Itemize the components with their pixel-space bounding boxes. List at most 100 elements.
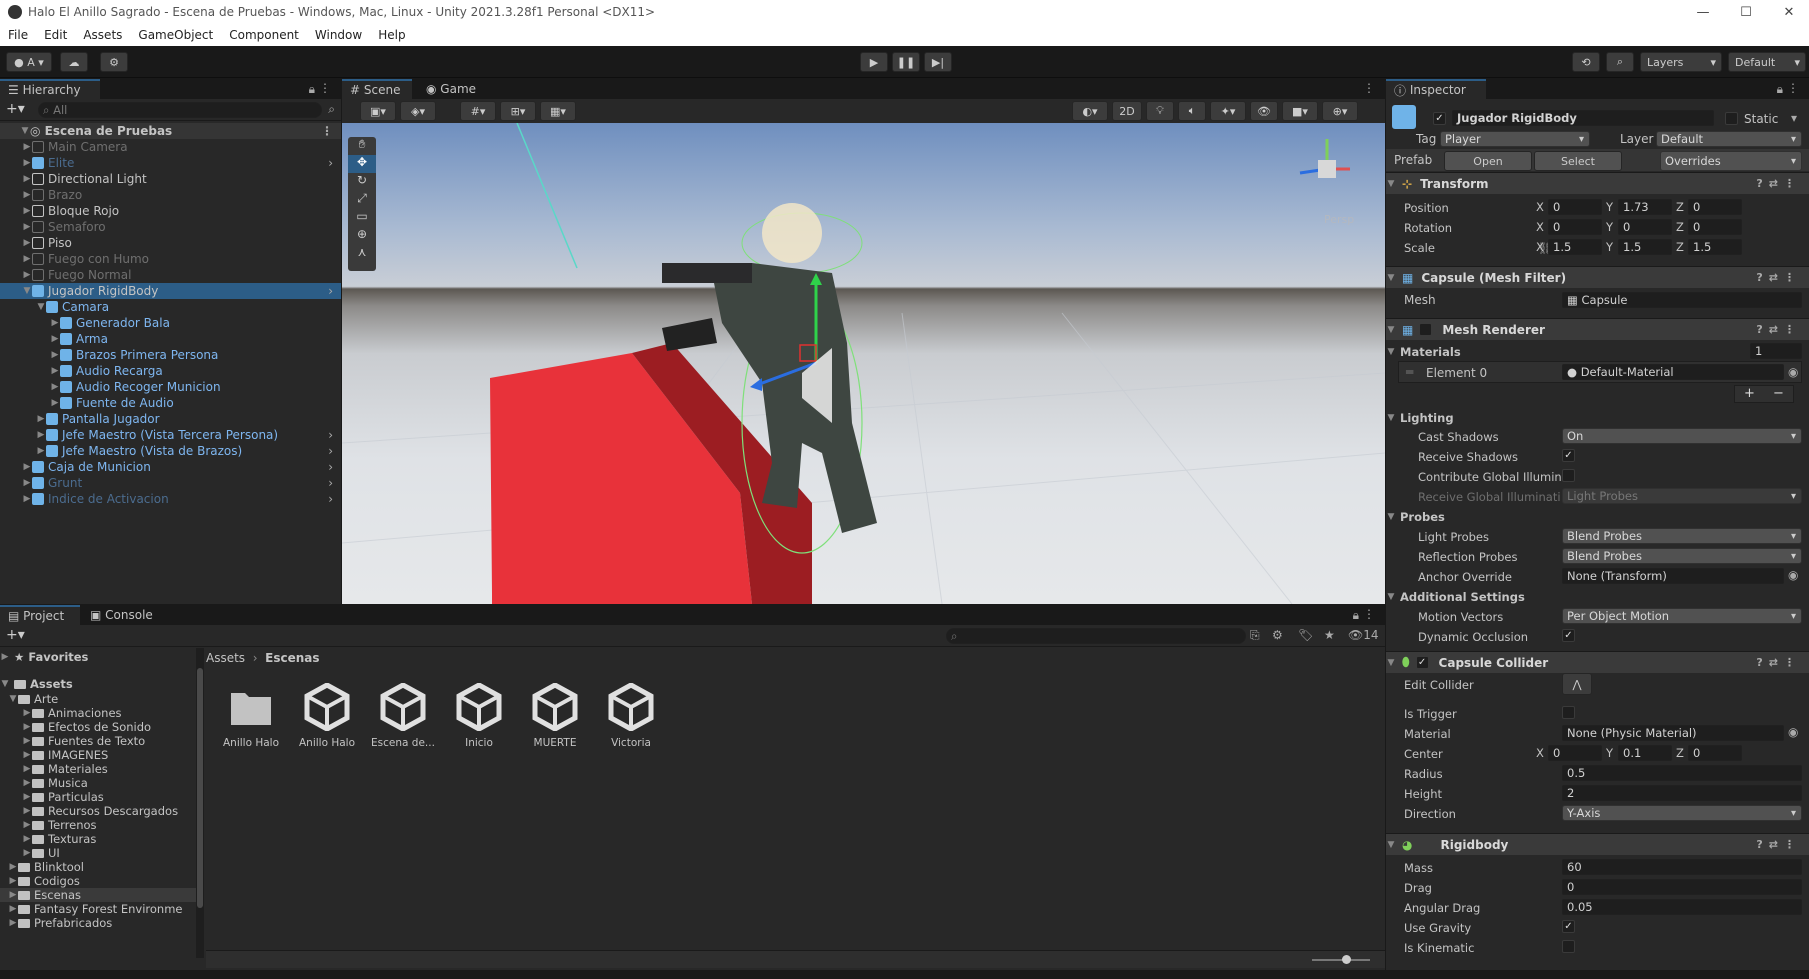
radius-field[interactable]: 0.5 xyxy=(1562,765,1802,781)
rect-tool-icon[interactable]: ▭ xyxy=(348,209,376,227)
hierarchy-item[interactable]: ▶ Grunt › xyxy=(0,475,341,491)
select-prefab-button[interactable]: Select xyxy=(1534,151,1622,171)
orientation-gizmo[interactable]: Persp xyxy=(1282,129,1372,229)
mesh-filter-header[interactable]: ▼ ▦ Capsule (Mesh Filter) ?⇄⋮ xyxy=(1386,266,1809,288)
layers-dropdown[interactable]: Layers ▾ xyxy=(1640,52,1722,72)
folder-item[interactable]: ▶ Codigos xyxy=(0,874,196,888)
filter-type-icon[interactable]: ⚙ xyxy=(1272,628,1283,642)
dynamic-occlusion-checkbox[interactable]: ✓ xyxy=(1562,629,1575,642)
contribute-gi-checkbox[interactable] xyxy=(1562,469,1575,482)
materials-size-field[interactable]: 1 xyxy=(1750,343,1802,359)
chevron-icon[interactable]: ▶ xyxy=(50,398,60,408)
angular-drag-field[interactable]: 0.05 xyxy=(1562,899,1802,915)
hierarchy-item[interactable]: ▶ Directional Light xyxy=(0,171,341,187)
folder-item[interactable]: ▶ Fantasy Forest Environme xyxy=(0,902,196,916)
x-value-field[interactable]: 1.5 xyxy=(1548,239,1602,255)
light-probes-dropdown[interactable]: Blend Probes xyxy=(1562,528,1802,544)
y-value-field[interactable]: 0 xyxy=(1618,219,1672,235)
asset-item[interactable]: Anillo Halo xyxy=(218,683,284,749)
hierarchy-item[interactable]: ▶ Fuente de Audio xyxy=(0,395,341,411)
create-icon[interactable]: +▾ xyxy=(6,627,25,643)
chevron-icon[interactable]: ▶ xyxy=(22,222,32,232)
menu-edit[interactable]: Edit xyxy=(36,28,75,42)
favorite-star-icon[interactable]: ★ xyxy=(1324,628,1335,642)
chevron-icon[interactable]: ▶ xyxy=(22,764,32,774)
prefab-open-icon[interactable]: › xyxy=(328,476,333,490)
chevron-icon[interactable]: ▶ xyxy=(22,806,32,816)
is-trigger-checkbox[interactable] xyxy=(1562,706,1575,719)
hierarchy-item[interactable]: ▶ Generador Bala xyxy=(0,315,341,331)
folder-item[interactable]: ▶ Texturas xyxy=(0,832,196,846)
add-icon[interactable]: +▾ xyxy=(6,101,25,117)
project-lock-icon[interactable]: 🔒︎ xyxy=(1353,608,1359,623)
slider-thumb[interactable] xyxy=(1342,955,1351,964)
folder-item[interactable]: ▶ UI xyxy=(0,846,196,860)
chevron-icon[interactable]: ▶ xyxy=(22,834,32,844)
play-button[interactable]: ▶ xyxy=(860,52,888,72)
scene-root[interactable]: ▼ ◎ Escena de Pruebas ⋮ xyxy=(0,123,341,139)
tab-inspector[interactable]: ⓘ Inspector xyxy=(1386,79,1486,99)
custom-tool-icon[interactable]: ⋏ xyxy=(348,245,376,263)
close-icon[interactable]: ✕ xyxy=(1766,0,1809,24)
asset-item[interactable]: Victoria xyxy=(598,682,664,749)
asset-item[interactable]: Escena de... xyxy=(370,682,436,749)
asset-item[interactable]: Inicio xyxy=(446,682,512,749)
chevron-icon[interactable]: ▶ xyxy=(50,366,60,376)
chevron-icon[interactable]: ▼ xyxy=(8,694,18,704)
menu-gameobject[interactable]: GameObject xyxy=(130,28,221,42)
assets-root-row[interactable]: ▼ Assets xyxy=(0,677,196,691)
mass-field[interactable]: 60 xyxy=(1562,859,1802,875)
scene-menu-icon[interactable]: ⋮ xyxy=(321,124,333,138)
search-by-type-icon[interactable]: ⎘ xyxy=(1250,628,1260,643)
edit-collider-button[interactable]: ⋀ xyxy=(1562,673,1592,695)
overrides-dropdown[interactable]: Overrides xyxy=(1660,151,1802,171)
object-picker-icon[interactable]: ◉ xyxy=(1788,568,1798,582)
lighting-toggle-icon[interactable]: 💡︎ xyxy=(1146,101,1174,121)
hierarchy-item[interactable]: ▶ Indice de Activacion › xyxy=(0,491,341,507)
step-button[interactable]: ▶| xyxy=(924,52,952,72)
minimize-icon[interactable]: — xyxy=(1680,0,1726,24)
chevron-icon[interactable]: ▶ xyxy=(22,708,32,718)
folder-item[interactable]: ▶ IMAGENES xyxy=(0,748,196,762)
mesh-renderer-checkbox[interactable] xyxy=(1419,323,1433,336)
component-menu-icons[interactable]: ?⇄⋮ xyxy=(1756,271,1801,284)
menu-file[interactable]: File xyxy=(0,28,36,42)
lighting-section[interactable]: ▼ Lighting xyxy=(1386,409,1809,426)
folder-item[interactable]: ▼ Arte xyxy=(0,692,196,706)
grid-visibility-icon[interactable]: ▦▾ xyxy=(540,101,576,121)
chevron-icon[interactable]: ▶ xyxy=(50,318,60,328)
asset-item[interactable]: Anillo Halo xyxy=(294,682,360,749)
prefab-open-icon[interactable]: › xyxy=(328,444,333,458)
chevron-icon[interactable]: ▶ xyxy=(22,270,32,280)
folder-item[interactable]: ▶ Animaciones xyxy=(0,706,196,720)
material-field[interactable]: ● Default-Material xyxy=(1562,364,1784,380)
draw-mode-icon[interactable]: ▣▾ xyxy=(360,101,396,121)
grid-snap-icon[interactable]: #▾ xyxy=(460,101,496,121)
chevron-icon[interactable]: ▶ xyxy=(22,190,32,200)
additional-settings-section[interactable]: ▼ Additional Settings xyxy=(1386,588,1809,605)
chevron-icon[interactable]: ▶ xyxy=(22,778,32,788)
materials-row[interactable]: ▼ Materials xyxy=(1386,343,1809,360)
hierarchy-item[interactable]: ▼ Camara xyxy=(0,299,341,315)
hierarchy-item[interactable]: ▶ Jefe Maestro (Vista Tercera Persona) › xyxy=(0,427,341,443)
chevron-icon[interactable]: ▶ xyxy=(8,876,18,886)
chevron-icon[interactable]: ▶ xyxy=(22,494,32,504)
chevron-icon[interactable]: ▶ xyxy=(36,446,46,456)
lock-icon[interactable]: 🔒︎ xyxy=(309,82,315,97)
project-more-icon[interactable]: ⋮ xyxy=(1363,607,1375,621)
folder-item[interactable]: ▶ Blinktool xyxy=(0,860,196,874)
hierarchy-item[interactable]: ▶ Fuego Normal xyxy=(0,267,341,283)
menu-help[interactable]: Help xyxy=(370,28,413,42)
prefab-open-icon[interactable]: › xyxy=(328,428,333,442)
menu-assets[interactable]: Assets xyxy=(75,28,130,42)
chevron-icon[interactable]: ▶ xyxy=(22,478,32,488)
chevron-icon[interactable]: ▶ xyxy=(22,174,32,184)
open-prefab-button[interactable]: Open xyxy=(1444,151,1532,171)
history-icon[interactable]: ⟲ xyxy=(1572,52,1600,72)
hierarchy-item[interactable]: ▶ Brazos Primera Persona xyxy=(0,347,341,363)
chevron-down-icon[interactable]: ▼ xyxy=(20,126,30,136)
breadcrumb-assets[interactable]: Assets xyxy=(206,651,245,665)
z-value-field[interactable]: 1.5 xyxy=(1688,239,1742,255)
rotate-tool-icon[interactable]: ↻ xyxy=(348,173,376,191)
remove-element-icon[interactable]: − xyxy=(1773,386,1784,402)
